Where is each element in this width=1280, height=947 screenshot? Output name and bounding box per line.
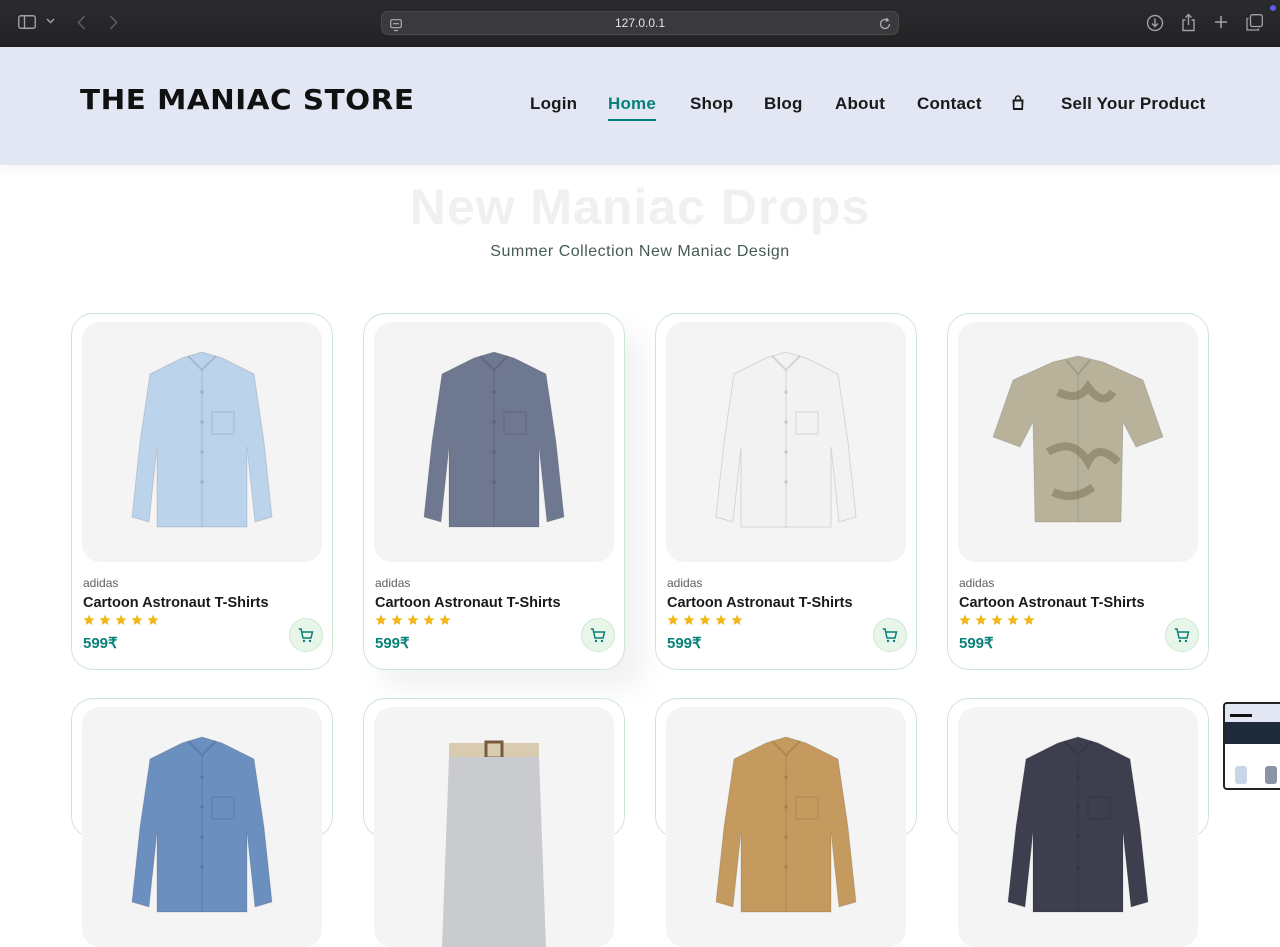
product-image[interactable]: [958, 322, 1198, 562]
star-icon: [699, 614, 711, 625]
star-icon: [375, 614, 387, 625]
nav-about[interactable]: About: [835, 94, 885, 114]
add-to-cart-button[interactable]: [581, 618, 615, 652]
star-icon: [131, 614, 143, 625]
product-image[interactable]: [82, 707, 322, 947]
download-icon[interactable]: [1146, 14, 1164, 32]
product-name: Cartoon Astronaut T-Shirts: [959, 595, 1145, 611]
browser-toolbar: 127.0.0.1: [0, 0, 1280, 47]
product-price: 599₹: [959, 635, 994, 652]
product-card[interactable]: [947, 698, 1209, 947]
product-brand: adidas: [375, 576, 411, 590]
url-text: 127.0.0.1: [614, 16, 666, 30]
product-name: Cartoon Astronaut T-Shirts: [667, 595, 853, 611]
add-to-cart-button[interactable]: [1165, 618, 1199, 652]
product-price: 599₹: [667, 635, 702, 652]
star-icon: [683, 614, 695, 625]
product-card[interactable]: [655, 698, 917, 947]
nav-login[interactable]: Login: [530, 94, 577, 114]
star-icon: [667, 614, 679, 625]
product-brand: adidas: [667, 576, 703, 590]
star-icon: [99, 614, 111, 625]
cart-icon: [590, 627, 606, 642]
nav-blog[interactable]: Blog: [764, 94, 803, 114]
product-image[interactable]: [666, 322, 906, 562]
tabs-overview-icon[interactable]: [1246, 14, 1263, 31]
product-card[interactable]: adidas Cartoon Astronaut T-Shirts 599₹: [71, 313, 333, 670]
sidebar-icon[interactable]: [18, 15, 36, 29]
chevron-down-icon[interactable]: [46, 18, 55, 24]
star-icon: [439, 614, 451, 625]
cart-icon: [1174, 627, 1190, 642]
nav-shop[interactable]: Shop: [690, 94, 733, 114]
reload-icon[interactable]: [878, 16, 892, 35]
cart-icon: [298, 627, 314, 642]
product-card[interactable]: [71, 698, 333, 947]
product-image[interactable]: [374, 707, 614, 947]
nav-sell-your-product[interactable]: Sell Your Product: [1061, 94, 1205, 114]
star-icon: [83, 614, 95, 625]
star-icon: [115, 614, 127, 625]
main-nav: Login Home Shop Blog About Contact Sell …: [0, 94, 1280, 121]
star-icon: [1023, 614, 1035, 625]
product-brand: adidas: [83, 576, 119, 590]
product-price: 599₹: [375, 635, 410, 652]
product-rating: [667, 614, 743, 626]
star-icon: [423, 614, 435, 625]
back-icon[interactable]: [77, 15, 86, 30]
product-name: Cartoon Astronaut T-Shirts: [375, 595, 561, 611]
screenshot-thumbnail[interactable]: [1223, 702, 1280, 790]
hero-subtitle: Summer Collection New Maniac Design: [490, 243, 790, 260]
hero-title: New Maniac Drops: [409, 179, 871, 235]
product-card[interactable]: adidas Cartoon Astronaut T-Shirts 599₹: [655, 313, 917, 670]
product-image[interactable]: [82, 322, 322, 562]
shopping-bag-icon[interactable]: [1011, 95, 1025, 115]
product-image[interactable]: [374, 322, 614, 562]
product-image[interactable]: [958, 707, 1198, 947]
cart-icon: [882, 627, 898, 642]
new-tab-icon[interactable]: [1214, 15, 1228, 29]
star-icon: [731, 614, 743, 625]
star-icon: [715, 614, 727, 625]
star-icon: [407, 614, 419, 625]
star-icon: [147, 614, 159, 625]
product-card[interactable]: adidas Cartoon Astronaut T-Shirts 599₹: [947, 313, 1209, 670]
site-header: THE MANIAC STORE Login Home Shop Blog Ab…: [0, 47, 1280, 165]
nav-home[interactable]: Home: [608, 94, 657, 121]
star-icon: [959, 614, 971, 625]
forward-icon[interactable]: [109, 15, 118, 30]
product-brand: adidas: [959, 576, 995, 590]
star-icon: [975, 614, 987, 625]
address-bar[interactable]: 127.0.0.1: [381, 11, 899, 35]
product-price: 599₹: [83, 635, 118, 652]
star-icon: [391, 614, 403, 625]
product-card[interactable]: adidas Cartoon Astronaut T-Shirts 599₹: [363, 313, 625, 670]
product-rating: [83, 614, 159, 626]
notification-dot: [1270, 5, 1276, 11]
product-card[interactable]: [363, 698, 625, 947]
star-icon: [991, 614, 1003, 625]
product-name: Cartoon Astronaut T-Shirts: [83, 595, 269, 611]
add-to-cart-button[interactable]: [873, 618, 907, 652]
product-rating: [959, 614, 1035, 626]
product-rating: [375, 614, 451, 626]
star-icon: [1007, 614, 1019, 625]
product-image[interactable]: [666, 707, 906, 947]
add-to-cart-button[interactable]: [289, 618, 323, 652]
nav-contact[interactable]: Contact: [917, 94, 982, 114]
share-icon[interactable]: [1181, 13, 1196, 32]
